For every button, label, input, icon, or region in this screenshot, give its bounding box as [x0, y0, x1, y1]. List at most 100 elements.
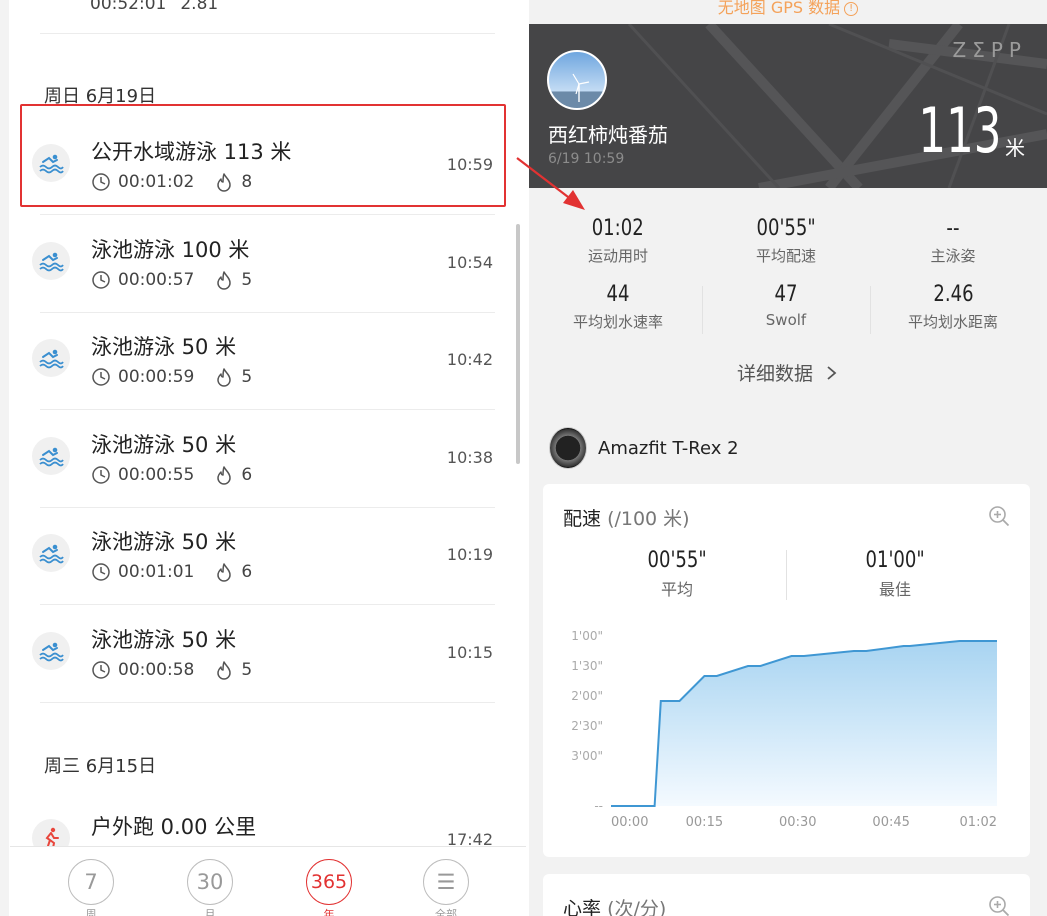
- device-name: Amazfit T-Rex 2: [598, 437, 739, 459]
- list-item[interactable]: 泳池游泳 100 米 00:00:57 5 10:54: [30, 216, 500, 313]
- pace-avg: 00'55" 平均: [567, 548, 787, 600]
- list-item[interactable]: 泳池游泳 50 米 00:00:59 5 10:42: [30, 313, 500, 410]
- stat-value: 44: [606, 282, 630, 307]
- pool-swim-icon: [32, 631, 70, 670]
- activity-datetime: 6/19 10:59: [548, 151, 625, 167]
- pace-best-label: 最佳: [878, 580, 911, 599]
- tab-month[interactable]: 30: [187, 859, 233, 905]
- hr-card-title: 心率 (次/分): [563, 894, 666, 916]
- item-meta: 00:00:55 6: [91, 465, 252, 485]
- zoom-in-icon[interactable]: [988, 505, 1010, 527]
- stats-grid: 01:02 运动用时 00'55" 平均配速 -- 主泳姿 44 平均划水速率 …: [529, 188, 1047, 348]
- stat-duration: 01:02 运动用时: [535, 216, 701, 266]
- summary-header: 西红柿炖番茄 6/19 10:59 ZΣPP 113 米: [529, 24, 1047, 188]
- detail-link-label: 详细数据: [736, 363, 813, 385]
- y-tick-label: 1'30": [571, 659, 603, 673]
- clock-icon: [91, 562, 111, 582]
- user-name: 西红柿炖番茄: [548, 123, 668, 147]
- stat-main-stroke: -- 主泳姿: [870, 216, 1036, 266]
- tab-week-label: 周: [85, 908, 97, 916]
- card-title-unit: (/100 米): [607, 508, 690, 530]
- divider: [870, 286, 871, 334]
- clock-icon: [91, 465, 111, 485]
- x-tick-label: 00:00: [611, 815, 648, 830]
- gps-note-text: 无地图 GPS 数据: [717, 0, 841, 17]
- calories-value: 5: [241, 367, 253, 387]
- duration-value: 00:00:57: [118, 269, 195, 290]
- tab-all[interactable]: ☰: [423, 859, 469, 905]
- item-time: 10:15: [446, 642, 493, 662]
- clock-icon: [91, 367, 111, 387]
- flame-icon: [214, 367, 234, 387]
- item-title: 泳池游泳 50 米: [91, 530, 237, 554]
- calories-value: 5: [241, 269, 253, 290]
- detail-data-link[interactable]: 详细数据: [529, 359, 1047, 386]
- clock-icon: [91, 270, 111, 290]
- item-time: 10:38: [446, 447, 493, 467]
- selected-item-highlight: [20, 104, 506, 207]
- item-title: 泳池游泳 100 米: [91, 237, 250, 262]
- list-item-previous[interactable]: 00:52:01 2.81: [40, 0, 495, 34]
- tab-year-label: 年: [323, 908, 335, 916]
- pace-area: [611, 641, 997, 806]
- user-avatar[interactable]: [547, 50, 607, 110]
- duration-value: 00:00:58: [118, 659, 195, 680]
- card-title-text: 心率: [563, 898, 602, 916]
- zoom-in-icon[interactable]: [988, 895, 1010, 916]
- stat-label: 平均配速: [755, 247, 816, 265]
- calories-value: 6: [241, 562, 253, 582]
- flame-icon: [214, 660, 234, 680]
- tab-year[interactable]: 365: [306, 859, 352, 905]
- stat-value: --: [946, 216, 960, 241]
- stat-value: 2.46: [932, 282, 974, 307]
- duration-value: 00:01:01: [118, 562, 195, 582]
- item-time: 10:42: [446, 350, 493, 369]
- activity-detail-panel: 无地图 GPS 数据! 西红柿炖番茄 6/19 10:59 ZΣPP 113 米…: [529, 0, 1047, 916]
- stat-label: Swolf: [765, 311, 807, 329]
- item-meta: 00:00:59 5: [91, 367, 252, 387]
- duration-value: 00:00:59: [118, 367, 195, 387]
- stat-label: 平均划水速率: [572, 313, 663, 331]
- item-title: 泳池游泳 50 米: [91, 432, 237, 457]
- pace-card-title: 配速 (/100 米): [563, 504, 690, 531]
- activity-list-panel: 00:52:01 2.81 周日 6月19日 公开水域游泳 113 米 00:01…: [0, 0, 528, 916]
- tab-all-label: 全部: [435, 908, 457, 916]
- calories-value: 5: [241, 659, 253, 680]
- item-title: 泳池游泳 50 米: [91, 335, 237, 359]
- stat-value: 00'55": [756, 216, 816, 241]
- list-item[interactable]: 泳池游泳 50 米 00:00:58 5 10:15: [30, 606, 500, 703]
- pace-chart[interactable]: 1'00" 1'30" 2'00" 2'30" 3'00" -- 00:00 00:15 00:…: [543, 619, 1030, 849]
- pace-avg-label: 平均: [660, 580, 693, 599]
- pool-swim-icon: [32, 339, 70, 377]
- x-tick-label: 00:45: [872, 815, 909, 830]
- stat-value: 47: [774, 282, 798, 307]
- scrollbar[interactable]: [516, 224, 520, 464]
- y-tick-label: 2'30": [571, 719, 603, 733]
- flame-icon: [214, 270, 234, 290]
- pace-card: 配速 (/100 米) 00'55" 平均 01'00" 最佳 1'00" 1'…: [543, 484, 1030, 857]
- y-tick-label: 2'00": [571, 689, 603, 703]
- item-meta: 00:00:58 5: [91, 660, 252, 680]
- item-meta: 00:00:57 5: [91, 270, 252, 290]
- watch-icon: [549, 427, 587, 469]
- gps-note: 无地图 GPS 数据!: [529, 0, 1047, 18]
- info-icon[interactable]: !: [844, 1, 859, 16]
- stat-value: 01:02: [592, 216, 644, 241]
- left-edge: [0, 0, 9, 916]
- x-tick-label: 00:15: [686, 815, 723, 830]
- y-tick-label: 1'00": [571, 629, 603, 643]
- device-info: Amazfit T-Rex 2: [549, 427, 739, 469]
- stat-label: 平均划水距离: [907, 313, 998, 331]
- chevron-right-icon: [827, 366, 837, 380]
- list-item[interactable]: 泳池游泳 50 米 00:01:01 6 10:19: [30, 508, 500, 605]
- item-time: 10:19: [446, 545, 493, 564]
- list-item[interactable]: 泳池游泳 50 米 00:00:55 6 10:38: [30, 411, 500, 508]
- pace-avg-value: 00'55": [647, 548, 707, 573]
- stat-swolf: 47 Swolf: [703, 282, 869, 329]
- pace-best-value: 01'00": [865, 548, 925, 573]
- tab-week[interactable]: 7: [68, 859, 114, 905]
- y-tick-label: 3'00": [571, 749, 603, 763]
- date-header: 周三 6月15日: [44, 756, 157, 777]
- tab-month-label: 月: [204, 908, 216, 916]
- card-title-unit: (次/分): [607, 898, 667, 916]
